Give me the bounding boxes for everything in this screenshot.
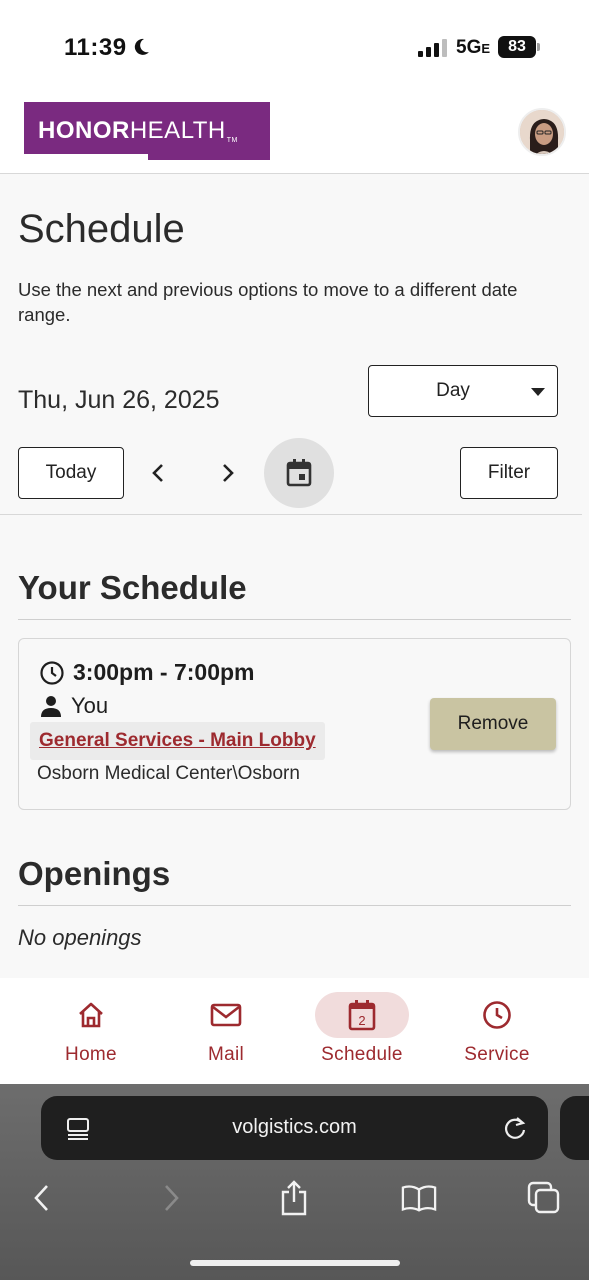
page-title: Schedule: [18, 207, 185, 251]
chevron-left-icon: [34, 1185, 48, 1211]
next-button[interactable]: [212, 457, 244, 489]
browser-toolbar: volgistics.com: [0, 1084, 589, 1280]
reload-icon[interactable]: [501, 1114, 529, 1142]
battery-tip: [537, 43, 540, 51]
mail-icon: [210, 1003, 242, 1027]
share-icon: [281, 1180, 307, 1216]
view-select[interactable]: Day: [368, 365, 558, 417]
bookmarks-button[interactable]: [401, 1180, 437, 1216]
facility-name: Osborn Medical Center\Osborn: [37, 763, 300, 784]
divider: [18, 905, 571, 906]
network-indicator: 5GE: [456, 37, 491, 58]
remove-button[interactable]: Remove: [430, 698, 556, 750]
shift-assignee: You: [39, 693, 108, 719]
status-time: 11:39: [64, 34, 127, 61]
user-avatar[interactable]: [518, 108, 566, 156]
back-button[interactable]: [24, 1180, 60, 1216]
previous-button[interactable]: [142, 457, 174, 489]
calendar-picker-button[interactable]: [264, 438, 334, 508]
signal-icon: [418, 39, 447, 57]
url-text: volgistics.com: [232, 1116, 357, 1138]
address-bar[interactable]: volgistics.com: [41, 1096, 548, 1160]
bottom-navigation: Home Mail 2 Schedule Service: [0, 978, 589, 1084]
divider: [18, 619, 571, 620]
no-openings-text: No openings: [18, 925, 142, 950]
home-icon: [79, 1002, 103, 1028]
today-button[interactable]: Today: [18, 447, 124, 499]
chevron-right-icon: [165, 1185, 179, 1211]
caret-down-icon: [531, 388, 545, 396]
help-text: Use the next and previous options to mov…: [18, 279, 518, 325]
nav-home[interactable]: Home: [31, 992, 151, 1078]
openings-heading: Openings: [18, 855, 171, 892]
svg-text:2: 2: [358, 1013, 365, 1028]
current-date: Thu, Jun 26, 2025: [18, 386, 220, 414]
filter-button[interactable]: Filter: [460, 447, 558, 499]
your-schedule-heading: Your Schedule: [18, 569, 247, 606]
nav-schedule[interactable]: 2 Schedule: [302, 992, 422, 1078]
share-button[interactable]: [276, 1180, 312, 1216]
app-header: HONOR HEALTH TM: [0, 96, 589, 174]
nav-service[interactable]: Service: [437, 992, 557, 1078]
chevron-right-icon: [223, 464, 234, 482]
moon-icon: [134, 38, 149, 55]
tabs-button[interactable]: [526, 1180, 562, 1216]
clock-icon: [483, 1001, 511, 1029]
calendar-icon: 2: [348, 1000, 376, 1031]
calendar-icon: [286, 459, 312, 487]
person-icon: [41, 696, 61, 717]
clock-icon: [40, 660, 64, 685]
forward-button[interactable]: [153, 1180, 189, 1216]
home-indicator[interactable]: [190, 1260, 400, 1266]
tabs-icon: [527, 1181, 560, 1214]
nav-mail[interactable]: Mail: [166, 992, 286, 1078]
book-icon: [401, 1185, 437, 1212]
divider: [0, 514, 582, 515]
next-tab-preview[interactable]: [560, 1096, 589, 1160]
honorhealth-logo[interactable]: HONOR HEALTH TM: [24, 102, 270, 160]
battery-indicator: 83: [498, 36, 536, 58]
chevron-left-icon: [152, 464, 163, 482]
shift-time: 3:00pm - 7:00pm: [39, 659, 255, 686]
shift-card: 3:00pm - 7:00pm You General Services - M…: [18, 638, 571, 810]
status-bar: 11:39 5GE 83: [0, 0, 589, 96]
location-link[interactable]: General Services - Main Lobby: [30, 722, 325, 760]
